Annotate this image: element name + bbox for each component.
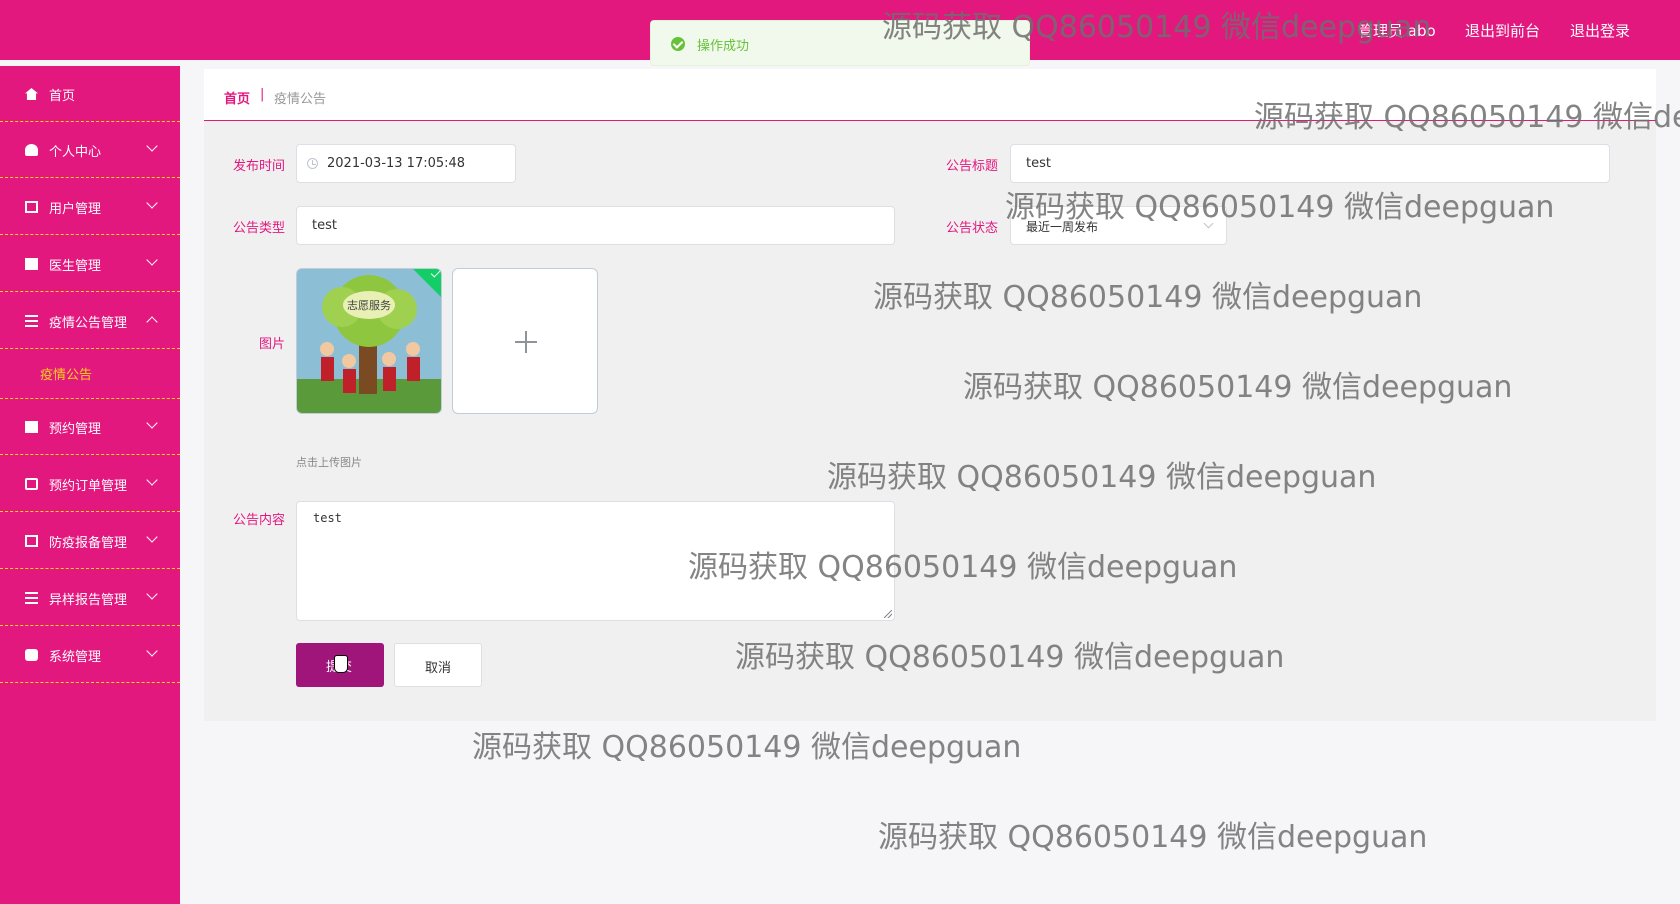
title-label: 公告标题: [945, 159, 998, 174]
watermark: 源码获取 QQ86050149 微信deepguan: [735, 640, 1285, 675]
chevron-down-icon: [146, 645, 158, 657]
watermark: 源码获取 QQ86050149 微信deepguan: [1254, 100, 1680, 135]
sidebar-item-home[interactable]: 首页: [0, 66, 180, 122]
chevron-down-icon: [146, 140, 158, 152]
sidebar-item-label: 疫情公告管理: [49, 316, 128, 331]
sidebar-item-appointment-management[interactable]: 预约管理: [0, 399, 180, 455]
title-value: test: [1026, 156, 1051, 171]
chevron-down-icon: [146, 254, 158, 266]
image-label: 图片: [258, 337, 285, 352]
breadcrumb-separator: |: [260, 87, 265, 102]
svg-text:志愿服务: 志愿服务: [347, 299, 391, 312]
sidebar-item-system-management[interactable]: 系统管理: [0, 627, 180, 683]
breadcrumb-current: 疫情公告: [274, 92, 327, 107]
content-label: 公告内容: [232, 513, 285, 528]
watermark: 源码获取 QQ86050149 微信deepguan: [1005, 190, 1555, 225]
check-circle-icon: [671, 37, 685, 51]
watermark: 源码获取 QQ86050149 微信deepguan: [878, 820, 1428, 855]
image-upload-button[interactable]: [452, 268, 598, 414]
list-icon: [25, 315, 38, 327]
resize-handle-icon[interactable]: [884, 610, 892, 618]
type-label: 公告类型: [232, 221, 285, 236]
cancel-button[interactable]: 取消: [394, 643, 482, 687]
watermark: 源码获取 QQ86050149 微信deepguan: [963, 370, 1513, 405]
toast-message: 操作成功: [697, 39, 750, 54]
clock-icon: [307, 158, 318, 169]
sidebar-item-report-management[interactable]: 防疫报备管理: [0, 513, 180, 569]
sidebar-item-personal-center[interactable]: 个人中心: [0, 122, 180, 178]
sidebar-item-user-management[interactable]: 用户管理: [0, 179, 180, 235]
watermark: 源码获取 QQ86050149 微信deepguan: [882, 10, 1432, 45]
sidebar-item-label: 异样报告管理: [49, 593, 128, 608]
sidebar-item-abnormal-report-management[interactable]: 异样报告管理: [0, 570, 180, 626]
back-to-front-link[interactable]: 退出到前台: [1465, 20, 1540, 41]
volunteer-illustration: 志愿服务: [297, 269, 441, 413]
sidebar-item-order-management[interactable]: 预约订单管理: [0, 456, 180, 512]
watermark: 源码获取 QQ86050149 微信deepguan: [827, 460, 1377, 495]
chevron-down-icon: [146, 588, 158, 600]
uploaded-image-thumbnail[interactable]: 志愿服务: [296, 268, 442, 414]
logout-link[interactable]: 退出登录: [1570, 20, 1630, 41]
chat-icon: [25, 478, 38, 490]
cancel-button-label: 取消: [425, 661, 452, 676]
chevron-down-icon: [146, 417, 158, 429]
copy-icon: [25, 201, 38, 213]
sidebar: 首页 个人中心 用户管理 医生管理 疫情公告管理 疫情公告 预约管理 预约订单管…: [0, 66, 180, 904]
sidebar-subitem-label: 疫情公告: [40, 368, 93, 383]
chevron-down-icon: [146, 474, 158, 486]
list-icon: [25, 592, 38, 604]
publish-time-label: 发布时间: [232, 159, 285, 174]
report-icon: [25, 535, 38, 547]
clipboard-icon: [25, 421, 38, 433]
sidebar-item-label: 用户管理: [49, 202, 102, 217]
type-input[interactable]: test: [296, 206, 895, 245]
user-icon: [25, 144, 38, 156]
watermark: 源码获取 QQ86050149 微信deepguan: [688, 550, 1238, 585]
upload-tip: 点击上传图片: [296, 456, 362, 469]
chevron-down-icon: [146, 197, 158, 209]
type-value: test: [312, 218, 337, 233]
chevron-up-icon: [146, 316, 158, 328]
sidebar-item-doctor-management[interactable]: 医生管理: [0, 236, 180, 292]
sidebar-subitem-notice[interactable]: 疫情公告: [0, 349, 180, 399]
gear-icon: [25, 649, 38, 661]
sidebar-item-label: 预约订单管理: [49, 479, 128, 494]
status-label: 公告状态: [945, 221, 998, 236]
publish-time-input[interactable]: 2021-03-13 17:05:48: [296, 144, 516, 183]
sidebar-item-label: 预约管理: [49, 422, 102, 437]
sidebar-item-label: 首页: [49, 89, 76, 104]
home-icon: [25, 88, 38, 100]
sidebar-item-label: 医生管理: [49, 259, 102, 274]
sidebar-item-notice-management[interactable]: 疫情公告管理: [0, 293, 180, 349]
watermark: 源码获取 QQ86050149 微信deepguan: [472, 730, 1022, 765]
sidebar-item-label: 防疫报备管理: [49, 536, 128, 551]
sidebar-item-label: 系统管理: [49, 650, 102, 665]
sidebar-item-label: 个人中心: [49, 145, 102, 160]
chevron-down-icon: [146, 531, 158, 543]
hand-cursor-icon: [334, 655, 348, 673]
publish-time-value: 2021-03-13 17:05:48: [327, 156, 466, 171]
content-value: test: [313, 511, 342, 525]
watermark: 源码获取 QQ86050149 微信deepguan: [873, 280, 1423, 315]
title-input[interactable]: test: [1010, 144, 1610, 183]
breadcrumb-home[interactable]: 首页: [224, 88, 250, 107]
chart-icon: [25, 258, 38, 270]
